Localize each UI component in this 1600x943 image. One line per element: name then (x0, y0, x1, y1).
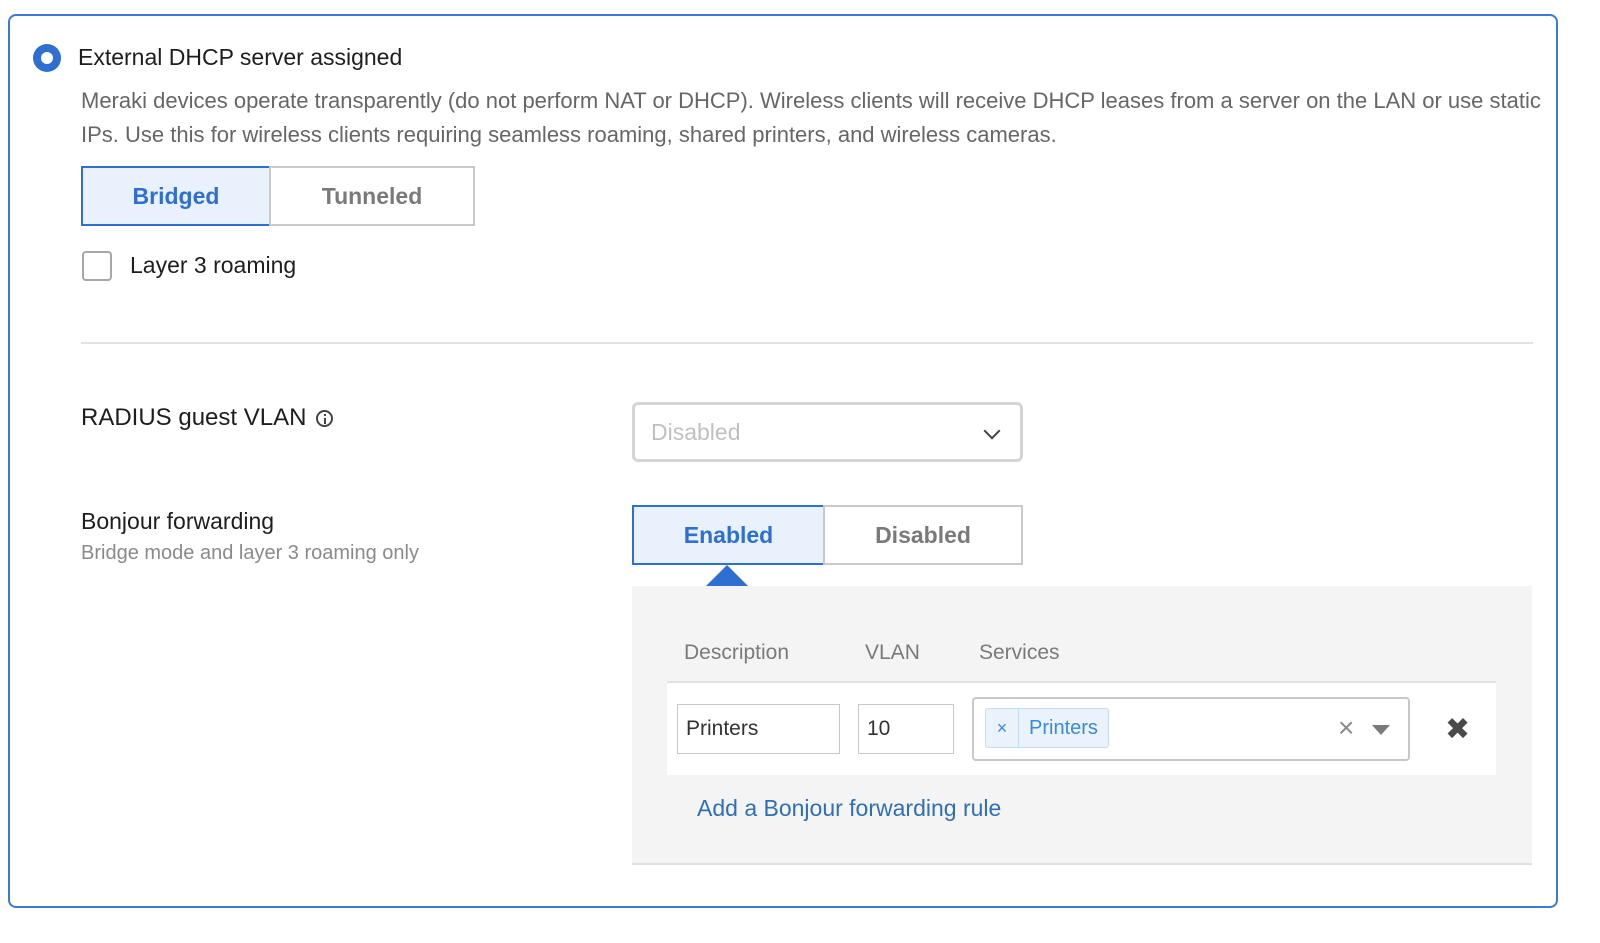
bonjour-disabled-button[interactable]: Disabled (823, 505, 1023, 565)
layer3-roaming-checkbox[interactable] (82, 251, 112, 281)
tunneled-button[interactable]: Tunneled (269, 166, 475, 226)
mode-description: Meraki devices operate transparently (do… (81, 88, 1541, 147)
add-bonjour-rule-link[interactable]: Add a Bonjour forwarding rule (697, 795, 1001, 822)
bonjour-toggle: Enabled Disabled (632, 505, 1023, 565)
info-icon[interactable] (316, 409, 334, 427)
bonjour-enabled-button[interactable]: Enabled (632, 505, 825, 565)
clear-icon[interactable]: × (1338, 713, 1354, 743)
section-divider (81, 342, 1533, 344)
bonjour-forwarding-label: Bonjour forwarding (81, 508, 275, 534)
column-header-services: Services (979, 641, 1060, 664)
service-tag-label: Printers (1029, 716, 1098, 739)
service-tag: × Printers (985, 708, 1109, 748)
caret-down-icon[interactable] (1372, 725, 1390, 735)
radius-guest-vlan-text: RADIUS guest VLAN (81, 404, 307, 431)
bridged-tunneled-toggle: Bridged Tunneled (81, 166, 475, 226)
delete-rule-icon[interactable]: ✖ (1445, 713, 1470, 747)
column-header-description: Description (684, 641, 790, 664)
chevron-down-icon (983, 422, 1001, 440)
radius-guest-vlan-select[interactable]: Disabled (632, 402, 1023, 462)
mode-title: External DHCP server assigned (78, 44, 403, 70)
remove-tag-icon[interactable]: × (986, 709, 1019, 747)
column-header-vlan: VLAN (865, 641, 920, 664)
radius-guest-vlan-label: RADIUS guest VLAN (81, 404, 334, 432)
services-multiselect[interactable]: × Printers × (972, 697, 1410, 761)
bonjour-forwarding-sublabel: Bridge mode and layer 3 roaming only (81, 542, 419, 564)
radius-guest-vlan-value: Disabled (651, 418, 741, 445)
rule-vlan-input[interactable]: 10 (858, 704, 954, 754)
layer3-roaming-label: Layer 3 roaming (130, 252, 297, 278)
external-dhcp-radio[interactable] (33, 44, 61, 72)
panel-pointer (706, 565, 748, 586)
rule-description-input[interactable]: Printers (677, 704, 840, 754)
bridged-button[interactable]: Bridged (81, 166, 271, 226)
